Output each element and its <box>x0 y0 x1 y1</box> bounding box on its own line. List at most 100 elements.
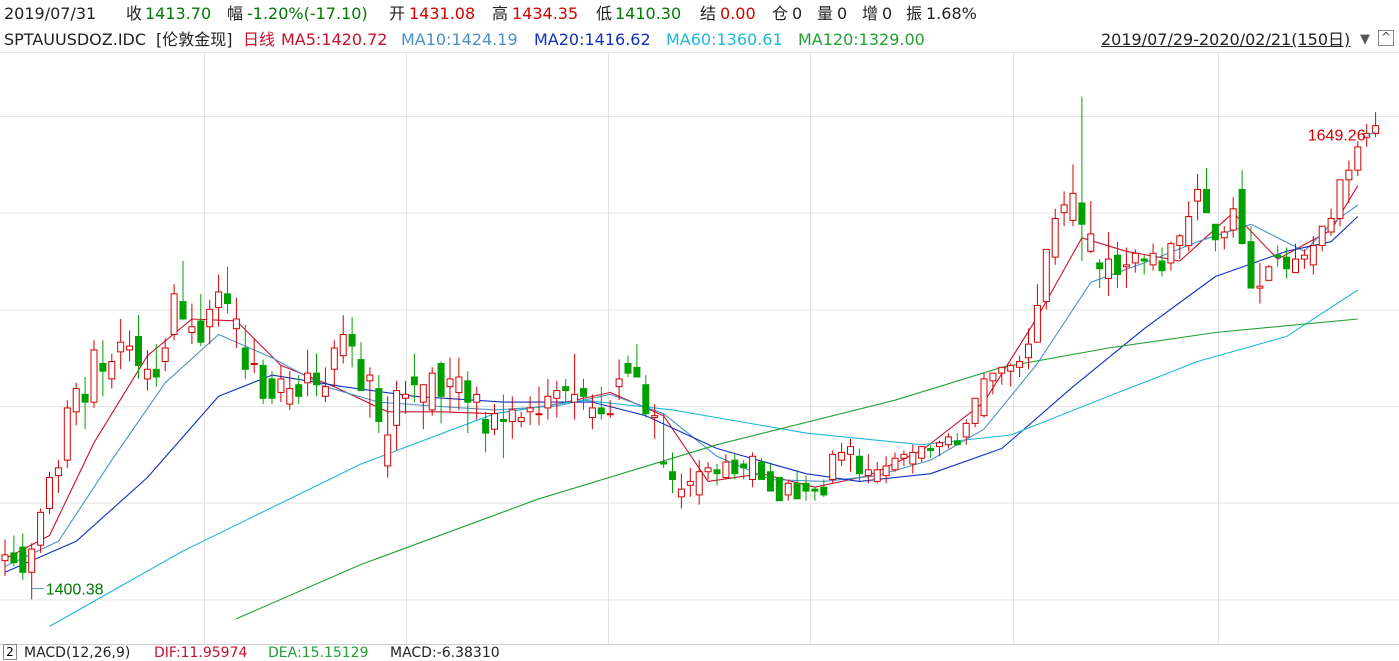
candle-43 <box>384 396 392 478</box>
symbol-code: SPTAUUSDOZ.IDC <box>4 30 147 49</box>
candle-88 <box>784 479 792 501</box>
candle-body <box>802 482 810 492</box>
candle-body <box>820 486 828 496</box>
candle-body <box>375 388 383 422</box>
candle-body <box>1060 204 1068 214</box>
candle-body <box>829 453 837 480</box>
candle-11 <box>99 340 107 397</box>
candle-body <box>99 362 107 372</box>
candle-body <box>321 386 329 397</box>
candle-body <box>1078 202 1086 225</box>
candle-body <box>1247 241 1255 289</box>
ma10-legend: MA10:1424.19 <box>401 30 518 49</box>
candle-body <box>126 345 134 351</box>
candle-104 <box>927 444 935 459</box>
candle-body <box>446 378 454 388</box>
candle-35 <box>313 353 320 397</box>
candle-77 <box>686 467 694 497</box>
candle-53 <box>473 386 481 420</box>
ma20-line <box>4 216 1359 573</box>
candle-92 <box>820 479 828 497</box>
candle-124 <box>1105 232 1113 296</box>
candle-52 <box>464 371 472 434</box>
candle-body <box>633 366 641 378</box>
candle-body <box>847 446 854 455</box>
candle-79 <box>704 462 712 480</box>
candle-body <box>295 384 303 397</box>
candle-body <box>722 461 730 479</box>
candle-body <box>1220 231 1228 239</box>
ma120-legend: MA120:1329.00 <box>798 30 925 49</box>
candle-147 <box>1309 235 1317 275</box>
candle-body <box>535 413 543 416</box>
high-label: 高 <box>492 4 509 23</box>
candle-body <box>615 378 623 388</box>
candle-body <box>63 407 71 461</box>
candle-body <box>1327 217 1335 233</box>
date-range[interactable]: 2019/07/29-2020/02/21(150日) <box>1101 28 1350 52</box>
candle-body <box>1229 208 1237 231</box>
candle-body <box>464 380 472 403</box>
increase-value: 0 <box>882 4 893 23</box>
candle-body <box>855 455 863 475</box>
candle-58 <box>517 411 525 428</box>
candle-body <box>989 372 997 382</box>
candle-26 <box>232 297 240 348</box>
candle-86 <box>766 464 774 492</box>
candle-152 <box>1354 141 1362 176</box>
candle-body <box>900 453 908 459</box>
candle-body <box>936 442 943 448</box>
period-label[interactable]: 日线 <box>243 28 275 52</box>
ma120-line <box>236 318 1358 620</box>
candle-body <box>998 366 1006 374</box>
candle-body <box>366 374 374 382</box>
amplitude-value: 1.68% <box>926 4 977 23</box>
candle-body <box>1336 179 1344 219</box>
candle-body <box>1354 146 1362 171</box>
candle-87 <box>775 477 783 502</box>
position-value: 0 <box>792 4 803 23</box>
candle-63 <box>562 378 570 403</box>
candle-66 <box>588 394 596 430</box>
candle-140 <box>1247 226 1255 289</box>
candle-body <box>553 390 561 399</box>
candle-body <box>1042 248 1050 303</box>
volume-value: 0 <box>837 4 848 23</box>
ma60-legend: MA60:1360.61 <box>666 30 783 49</box>
candle-100 <box>891 452 899 472</box>
candle-body <box>731 459 739 475</box>
candle-body <box>651 415 659 419</box>
candle-body <box>1033 304 1041 343</box>
candle-body <box>143 368 151 380</box>
candle-body <box>660 461 668 465</box>
range-dropdown-icon[interactable]: ▼ <box>1360 28 1370 52</box>
price-annotations <box>31 130 1376 590</box>
candle-body <box>1256 285 1264 289</box>
candle-body <box>864 469 872 477</box>
candle-body <box>1185 216 1193 247</box>
candle-body <box>81 393 89 403</box>
candle-61 <box>544 378 552 420</box>
candle-body <box>117 341 125 353</box>
candle-37 <box>330 340 338 387</box>
candle-7 <box>63 400 71 468</box>
candle-body <box>250 362 258 365</box>
candle-body <box>348 333 356 347</box>
candle-body <box>152 368 160 378</box>
candle-34 <box>304 349 312 397</box>
candle-body <box>1149 252 1157 266</box>
collapse-button[interactable]: ^ <box>1378 30 1394 46</box>
max-price-label: 1649.26 <box>1308 127 1366 144</box>
candle-body <box>28 548 36 573</box>
candle-42 <box>375 375 383 434</box>
change-label: 幅 <box>227 4 244 23</box>
candle-body <box>1158 260 1166 272</box>
candle-0 <box>1 539 9 577</box>
amplitude-label: 振 <box>906 4 923 23</box>
candle-body <box>1016 361 1024 368</box>
close-label: 收 <box>126 4 143 23</box>
candle-body <box>54 467 62 477</box>
candle-32 <box>286 371 294 410</box>
high-value: 1434.35 <box>512 4 579 23</box>
candle-body <box>695 471 703 496</box>
